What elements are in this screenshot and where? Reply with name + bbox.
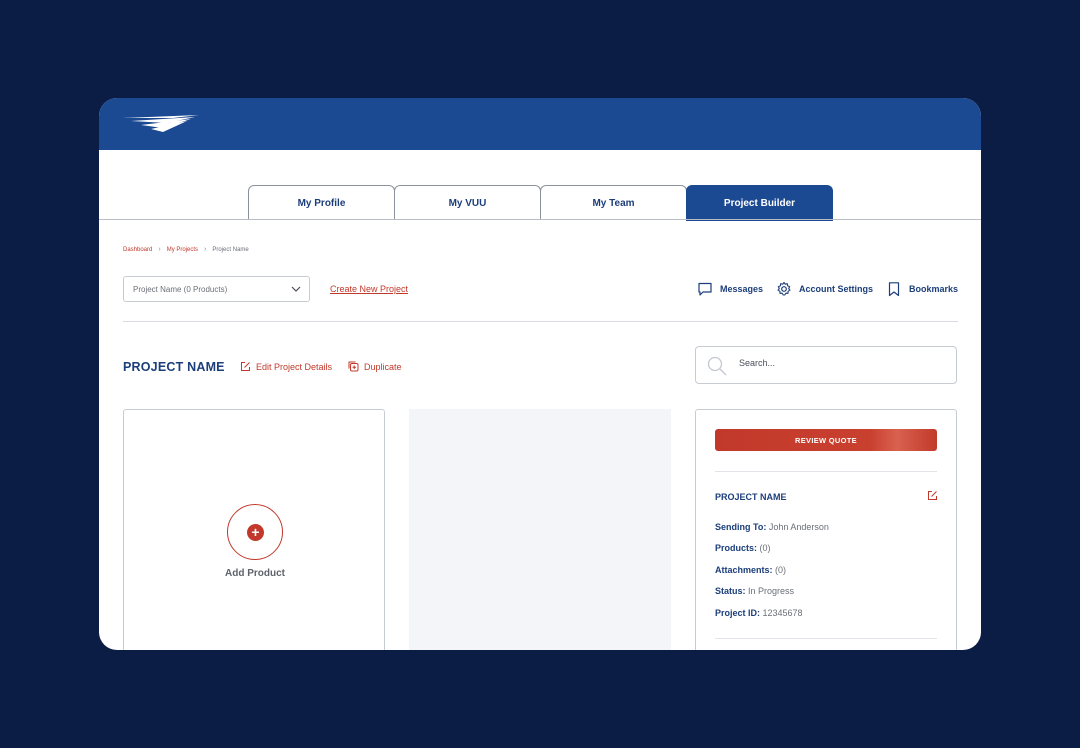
edit-icon bbox=[241, 362, 250, 371]
breadcrumb-dashboard[interactable]: Dashboard bbox=[123, 247, 152, 253]
tab-my-team[interactable]: My Team bbox=[540, 185, 687, 220]
summary-row-sending-to: Sending To: John Anderson bbox=[715, 522, 829, 532]
project-summary-panel: REVIEW QUOTE PROJECT NAME Sending To: Jo… bbox=[695, 409, 957, 650]
edit-icon[interactable] bbox=[927, 490, 938, 501]
sending-to-value: John Anderson bbox=[768, 522, 829, 532]
messages-label: Messages bbox=[720, 284, 764, 294]
page-title: PROJECT NAME bbox=[123, 360, 225, 374]
breadcrumb-current: Project Name bbox=[212, 246, 249, 253]
products-label: Products: bbox=[715, 543, 760, 553]
breadcrumb-my-projects[interactable]: My Projects bbox=[167, 247, 198, 253]
gear-icon bbox=[777, 281, 791, 296]
breadcrumb: Dashboard › My Projects › Project Name bbox=[123, 246, 249, 253]
summary-row-products: Products: (0) bbox=[715, 543, 771, 553]
search-input[interactable] bbox=[739, 358, 939, 368]
duplicate-label: Duplicate bbox=[364, 361, 402, 372]
project-id-label: Project ID: bbox=[715, 608, 763, 618]
summary-row-attachments: Attachments: (0) bbox=[715, 565, 786, 575]
bookmarks-link[interactable]: Bookmarks bbox=[886, 281, 958, 297]
attachments-label: Attachments: bbox=[715, 565, 776, 575]
bookmark-icon bbox=[888, 282, 900, 297]
duplicate-icon bbox=[348, 361, 359, 372]
add-product-circle: + bbox=[227, 504, 283, 560]
app-window: My Profile My VUU My Team Project Builde… bbox=[99, 98, 981, 650]
summary-divider bbox=[715, 638, 937, 639]
section-divider bbox=[123, 321, 958, 322]
project-select[interactable]: Project Name (0 Products) bbox=[123, 276, 310, 302]
tab-project-builder[interactable]: Project Builder bbox=[686, 185, 833, 221]
top-header-bar bbox=[99, 98, 981, 150]
plus-icon: + bbox=[247, 524, 264, 541]
tab-my-vuu[interactable]: My VUU bbox=[394, 185, 541, 220]
tabs-divider bbox=[99, 219, 981, 220]
sending-to-label: Sending To: bbox=[715, 522, 769, 532]
tab-my-profile[interactable]: My Profile bbox=[248, 185, 395, 220]
duplicate-link[interactable]: Duplicate bbox=[348, 361, 402, 372]
status-value: In Progress bbox=[748, 586, 795, 596]
review-quote-button[interactable]: REVIEW QUOTE bbox=[715, 429, 937, 451]
bookmarks-label: Bookmarks bbox=[909, 284, 959, 294]
chevron-right-icon: › bbox=[204, 246, 207, 253]
status-label: Status: bbox=[715, 586, 749, 596]
summary-divider bbox=[715, 471, 937, 472]
project-id-value: 12345678 bbox=[762, 608, 803, 618]
logo[interactable] bbox=[123, 115, 199, 133]
search-box bbox=[695, 346, 957, 384]
attachments-value: (0) bbox=[775, 565, 787, 575]
account-settings-label: Account Settings bbox=[799, 284, 874, 294]
chevron-right-icon: › bbox=[158, 246, 161, 253]
edit-project-details-link[interactable]: Edit Project Details bbox=[240, 361, 332, 372]
summary-row-status: Status: In Progress bbox=[715, 586, 794, 596]
add-product-label: Add Product bbox=[225, 568, 285, 579]
message-icon bbox=[698, 282, 712, 296]
summary-row-project-id: Project ID: 12345678 bbox=[715, 608, 803, 618]
summary-project-title: PROJECT NAME bbox=[715, 492, 787, 502]
messages-link[interactable]: Messages bbox=[697, 281, 763, 297]
products-value: (0) bbox=[759, 543, 771, 553]
project-select-value: Project Name (0 Products) bbox=[133, 284, 228, 294]
create-new-project-link[interactable]: Create New Project bbox=[330, 284, 408, 294]
account-settings-link[interactable]: Account Settings bbox=[776, 281, 873, 297]
search-icon bbox=[707, 356, 727, 376]
chevron-down-icon bbox=[291, 286, 301, 292]
edit-project-details-label: Edit Project Details bbox=[256, 361, 333, 372]
empty-product-placeholder bbox=[409, 409, 671, 650]
add-product-card[interactable]: + Add Product bbox=[123, 409, 385, 650]
